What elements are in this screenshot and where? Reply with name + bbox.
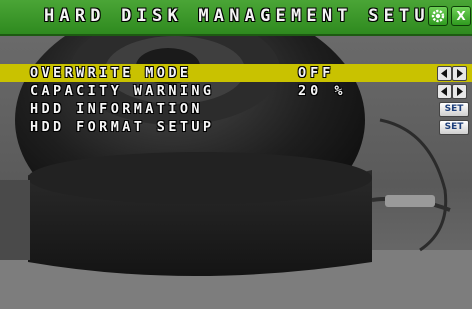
value-arrows (437, 66, 467, 81)
menu-item-capacity-warning[interactable]: CAPACITY WARNING 20 % (0, 82, 472, 100)
osd-screen: HARD DISK MANAGEMENT SETUP X OVERWRITE M… (0, 0, 472, 309)
menu-item-hdd-format-setup[interactable]: HDD FORMAT SETUP SET (0, 118, 472, 136)
menu-item-label: OVERWRITE MODE (30, 65, 192, 81)
menu-item-overwrite-mode[interactable]: OVERWRITE MODE OFF (0, 64, 472, 82)
menu-item-label: HDD INFORMATION (30, 101, 203, 117)
menu-item-label: CAPACITY WARNING (30, 83, 215, 99)
set-button[interactable]: SET (439, 120, 469, 135)
set-button[interactable]: SET (439, 102, 469, 117)
window-title: HARD DISK MANAGEMENT SETUP (44, 6, 446, 26)
menu-item-value: OFF (298, 65, 335, 81)
menu-item-value: 20 % (298, 83, 347, 99)
menu-item-hdd-information[interactable]: HDD INFORMATION SET (0, 100, 472, 118)
value-arrows (437, 84, 467, 99)
arrow-right-icon (457, 87, 463, 96)
arrow-left-icon (441, 87, 447, 96)
decrease-button[interactable] (437, 84, 452, 99)
title-bar: HARD DISK MANAGEMENT SETUP X (0, 0, 472, 36)
close-icon: X (456, 9, 466, 23)
menu-item-label: HDD FORMAT SETUP (30, 119, 215, 135)
setup-menu: OVERWRITE MODE OFF CAPACITY WARNING 20 % (0, 64, 472, 136)
close-button[interactable]: X (451, 6, 471, 26)
gear-icon (431, 9, 445, 23)
camera-background (0, 0, 472, 309)
decrease-button[interactable] (437, 66, 452, 81)
increase-button[interactable] (452, 66, 467, 81)
settings-button[interactable] (428, 6, 448, 26)
arrow-right-icon (457, 69, 463, 78)
increase-button[interactable] (452, 84, 467, 99)
arrow-left-icon (441, 69, 447, 78)
